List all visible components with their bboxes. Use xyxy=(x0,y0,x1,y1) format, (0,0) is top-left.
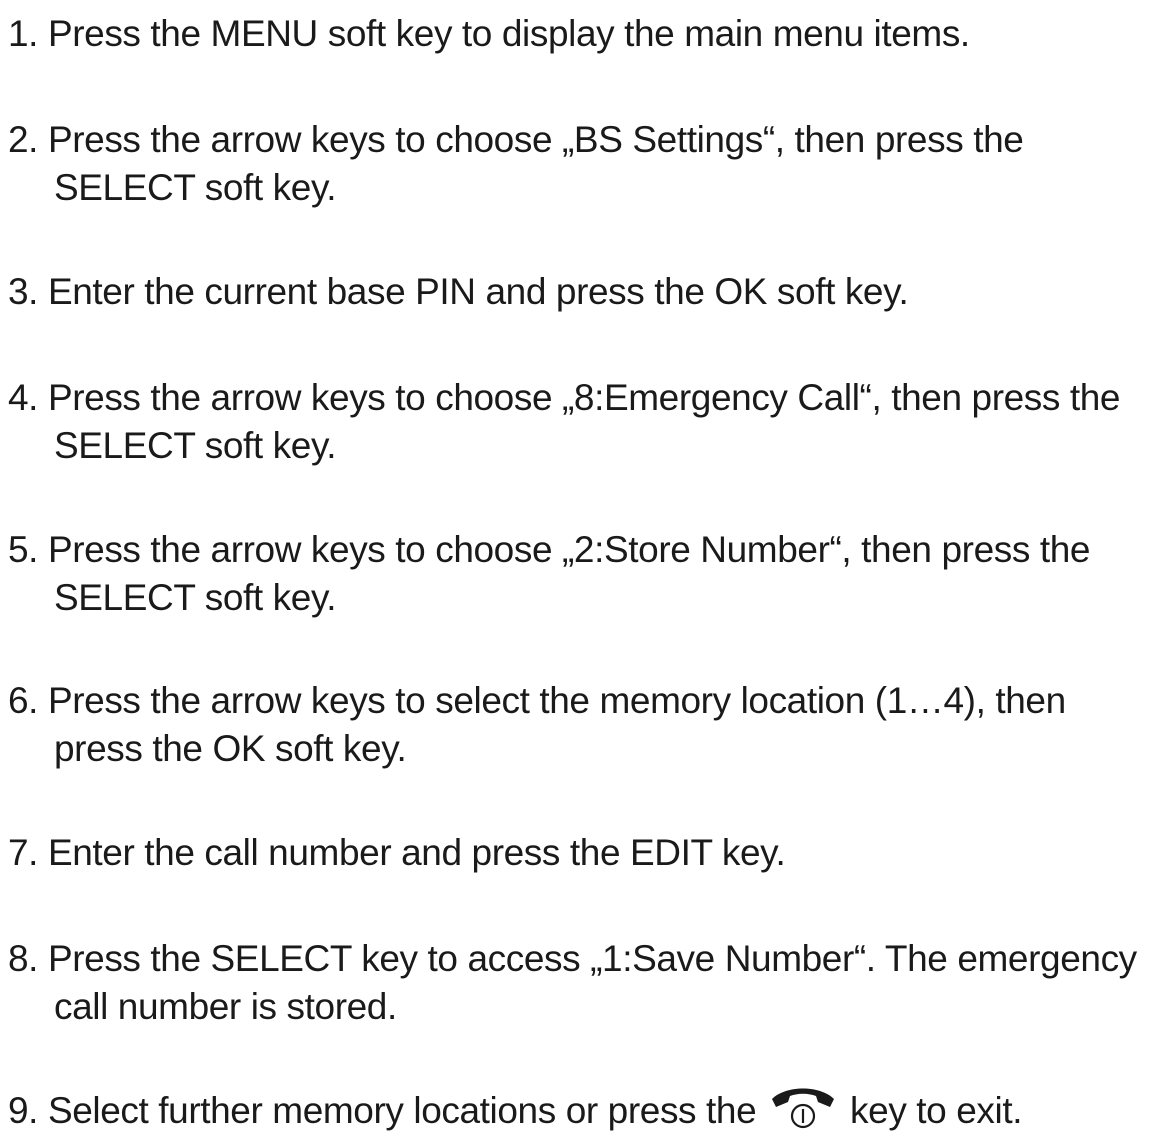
step-text: Enter the call number and press the EDIT… xyxy=(47,832,786,873)
step-text-continued: SELECT soft key. xyxy=(54,425,337,466)
step-number: 7. xyxy=(8,832,39,873)
step-number: 8. xyxy=(8,938,39,979)
step-text: Press the MENU soft key to display the m… xyxy=(47,13,970,54)
step-number: 3. xyxy=(8,271,39,312)
step-text: Press the SELECT key to access „1:Save N… xyxy=(47,938,1137,979)
step-text-continued: press the OK soft key. xyxy=(54,728,407,769)
list-item: 8. Press the SELECT key to access „1:Sav… xyxy=(8,935,1137,1031)
step-number: 2. xyxy=(8,119,39,160)
step-number: 5. xyxy=(8,529,39,570)
list-item: 4. Press the arrow keys to choose „8:Eme… xyxy=(8,374,1121,470)
list-item: 1. Press the MENU soft key to display th… xyxy=(8,10,970,58)
list-item: 3. Enter the current base PIN and press … xyxy=(8,268,909,316)
step-number: 9. xyxy=(8,1090,39,1131)
step-text-continued: SELECT soft key. xyxy=(54,577,337,618)
step-text: Select further memory locations or press… xyxy=(47,1090,757,1131)
step-text: Press the arrow keys to choose „2:Store … xyxy=(47,529,1091,570)
list-item: 7. Enter the call number and press the E… xyxy=(8,829,786,877)
step-text: Press the arrow keys to choose „8:Emerge… xyxy=(47,377,1121,418)
step-number: 1. xyxy=(8,13,39,54)
step-text-end: key to exit. xyxy=(850,1090,1023,1131)
step-text-continued: call number is stored. xyxy=(54,986,397,1027)
list-item: 6. Press the arrow keys to select the me… xyxy=(8,677,1066,773)
list-item: 9. Select further memory locations or pr… xyxy=(8,1087,1023,1135)
end-call-icon xyxy=(770,1087,836,1129)
step-number: 6. xyxy=(8,680,39,721)
list-item: 2. Press the arrow keys to choose „BS Se… xyxy=(8,116,1024,212)
step-text-continued: SELECT soft key. xyxy=(54,167,337,208)
step-number: 4. xyxy=(8,377,39,418)
step-text: Press the arrow keys to choose „BS Setti… xyxy=(47,119,1024,160)
step-text: Press the arrow keys to select the memor… xyxy=(47,680,1066,721)
list-item: 5. Press the arrow keys to choose „2:Sto… xyxy=(8,526,1090,622)
step-text: Enter the current base PIN and press the… xyxy=(47,271,909,312)
